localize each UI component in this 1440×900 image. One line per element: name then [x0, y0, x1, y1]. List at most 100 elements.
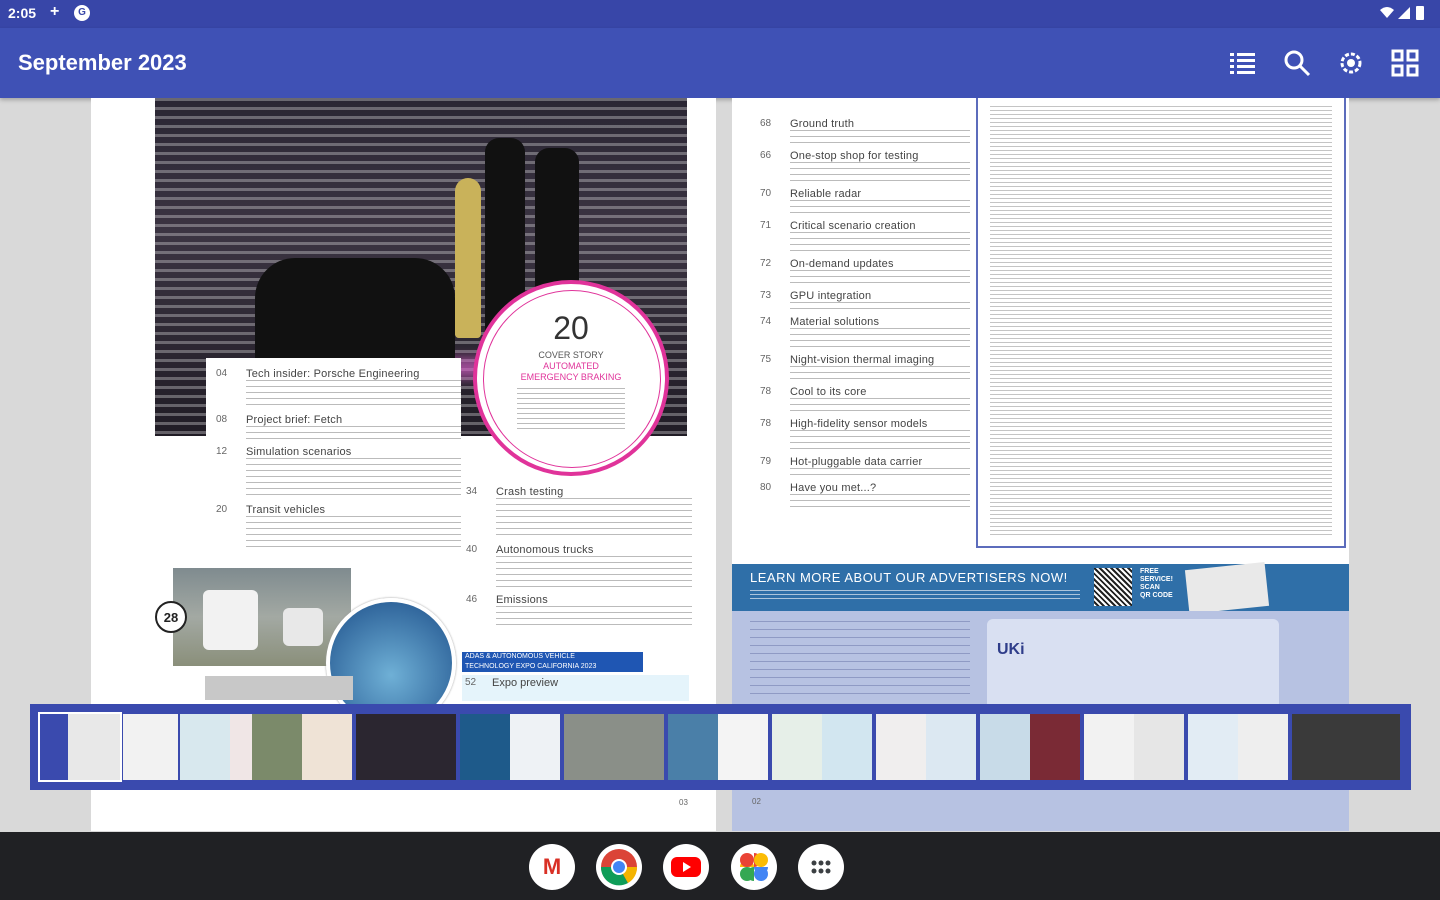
free-service-line: QR CODE — [1140, 592, 1173, 599]
toc-title: Night-vision thermal imaging — [790, 354, 935, 366]
thumbnail-page[interactable] — [980, 714, 1080, 780]
page-number: 03 — [679, 798, 688, 807]
expo-label-line: ADAS & AUTONOMOUS VEHICLE — [465, 653, 575, 660]
toc-title: GPU integration — [790, 290, 872, 302]
toc-title: Transit vehicles — [246, 504, 326, 516]
thumbnail-page[interactable] — [1292, 714, 1400, 780]
toc-number: 71 — [760, 220, 772, 231]
thumbnail-page[interactable] — [564, 714, 664, 780]
thumbnail-page[interactable] — [356, 714, 456, 780]
toc-item[interactable]: 73 GPU integration — [750, 290, 970, 310]
wifi-icon — [1380, 6, 1424, 20]
contents-list-right: 68 Ground truth 66 One-stop shop for testi… — [750, 116, 970, 514]
toc-item[interactable]: 12 Simulation scenarios — [206, 446, 461, 498]
toc-title: Critical scenario creation — [790, 220, 916, 232]
toc-number: 70 — [760, 188, 772, 199]
toc-number: 78 — [760, 418, 772, 429]
toc-item[interactable]: 78 Cool to its core — [750, 386, 970, 412]
search-icon[interactable] — [1282, 48, 1312, 78]
cover-story-headline: EMERGENCY BRAKING — [520, 372, 622, 382]
toc-number: 68 — [760, 118, 772, 129]
toc-number: 80 — [760, 482, 772, 493]
toc-item[interactable]: 78 High-fidelity sensor models — [750, 418, 970, 450]
thumbnail-photo — [205, 676, 353, 700]
toc-number: 66 — [760, 150, 772, 161]
youtube-icon[interactable] — [663, 844, 709, 890]
toc-title: Emissions — [496, 594, 548, 606]
toc-item[interactable]: 40 Autonomous trucks — [456, 544, 692, 588]
toc-item[interactable]: 79 Hot-pluggable data carrier — [750, 456, 970, 476]
thumbnail-page[interactable] — [460, 714, 560, 780]
toc-number: 34 — [466, 486, 478, 497]
editorial-column — [976, 98, 1346, 548]
qr-code — [1094, 568, 1132, 606]
thumbnail-page[interactable] — [38, 712, 122, 782]
cover-story-number: 20 — [553, 310, 589, 346]
status-bar: 2:05 + G — [0, 0, 1440, 28]
toc-title: Cool to its core — [790, 386, 867, 398]
thumbnail-page[interactable] — [1188, 714, 1288, 780]
toc-item[interactable]: 68 Ground truth — [750, 118, 970, 144]
taskbar: M — [0, 832, 1440, 900]
status-time: 2:05 — [8, 5, 37, 21]
toc-number: 79 — [760, 456, 772, 467]
cover-story-badge[interactable]: 20 COVER STORY AUTOMATED EMERGENCY BRAKI… — [473, 280, 669, 476]
toc-title: Expo preview — [492, 677, 559, 689]
page-number: 02 — [752, 797, 761, 806]
thumbnail-page[interactable] — [1084, 714, 1184, 780]
toc-item[interactable]: 20 Transit vehicles — [206, 504, 461, 550]
grid-icon[interactable] — [1390, 48, 1420, 78]
toc-number: 08 — [216, 414, 228, 425]
plus-icon: + — [50, 3, 60, 20]
toc-item[interactable]: 52 Expo preview — [462, 675, 689, 701]
photos-icon[interactable] — [731, 844, 777, 890]
advertisers-banner[interactable]: LEARN MORE ABOUT OUR ADVERTISERS NOW! FR… — [732, 561, 1349, 615]
toc-title: High-fidelity sensor models — [790, 418, 928, 430]
uki-logo: UKi — [997, 641, 1025, 658]
toc-item[interactable]: 66 One-stop shop for testing — [750, 150, 970, 182]
free-service-line: SERVICE! — [1140, 576, 1173, 583]
cover-story-kicker: COVER STORY — [538, 350, 604, 360]
thumbnail-page[interactable] — [252, 714, 352, 780]
thumbnail-page[interactable] — [123, 714, 178, 780]
toc-number: 04 — [216, 368, 228, 379]
settings-icon[interactable] — [1336, 48, 1366, 78]
toc-number: 12 — [216, 446, 228, 457]
thumbnail-page[interactable] — [876, 714, 976, 780]
toc-item[interactable]: 46 Emissions — [456, 594, 692, 626]
toc-item[interactable]: 34 Crash testing — [456, 486, 692, 538]
toc-item[interactable]: 80 Have you met...? — [750, 482, 970, 508]
toc-item[interactable]: 75 Night-vision thermal imaging — [750, 354, 970, 380]
thumbnail-page[interactable] — [668, 714, 768, 780]
free-service-label: FREE SERVICE! SCAN QR CODE — [1140, 568, 1173, 600]
gmail-icon[interactable]: M — [529, 844, 575, 890]
toc-title: Material solutions — [790, 316, 880, 328]
toc-title: Tech insider: Porsche Engineering — [246, 368, 420, 380]
list-icon[interactable] — [1228, 48, 1258, 78]
toc-number: 78 — [760, 386, 772, 397]
toc-number: 52 — [465, 677, 477, 688]
page-thumbnail-strip[interactable] — [30, 704, 1411, 790]
toc-title: Have you met...? — [790, 482, 877, 494]
chrome-icon[interactable] — [596, 844, 642, 890]
toc-item[interactable]: 04 Tech insider: Porsche Engineering — [206, 368, 461, 408]
toc-number: 20 — [216, 504, 228, 515]
notification-icon: G — [74, 5, 90, 21]
publisher-card — [987, 619, 1279, 709]
toc-item[interactable]: 74 Material solutions — [750, 316, 970, 348]
toc-item[interactable]: 71 Critical scenario creation — [750, 220, 970, 252]
thumbnail-page[interactable] — [772, 714, 872, 780]
toc-title: Simulation scenarios — [246, 446, 352, 458]
app-bar: September 2023 — [0, 28, 1440, 98]
page-title: September 2023 — [18, 50, 187, 75]
app-launcher-icon[interactable] — [798, 844, 844, 890]
toc-number: 74 — [760, 316, 772, 327]
cover-story-headline: AUTOMATED — [543, 361, 599, 371]
toc-title: On-demand updates — [790, 258, 894, 270]
toc-title: Crash testing — [496, 486, 564, 498]
toc-item[interactable]: 72 On-demand updates — [750, 258, 970, 284]
toc-item[interactable]: 70 Reliable radar — [750, 188, 970, 214]
contents-list-left: 04 Tech insider: Porsche Engineering 08 … — [206, 358, 461, 588]
system-icons — [1378, 5, 1428, 24]
toc-item[interactable]: 08 Project brief: Fetch — [206, 414, 461, 440]
